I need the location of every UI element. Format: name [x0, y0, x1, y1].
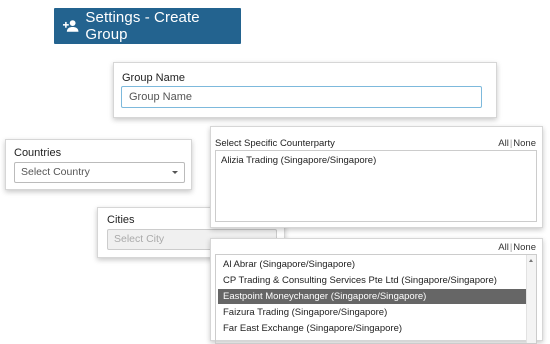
city-select-value: Select City [114, 233, 165, 245]
selected-counterparty-box[interactable]: Alizia Trading (Singapore/Singapore) [215, 150, 537, 222]
select-none-link[interactable]: None [513, 138, 536, 149]
add-user-icon [62, 20, 79, 32]
counterparty-list-panel: All|None Al Abrar (Singapore/Singapore) … [210, 238, 543, 344]
countries-label: Countries [14, 147, 62, 159]
list-item[interactable]: Far East Exchange (Singapore/Singapore) [218, 321, 527, 336]
counterparty-panel: Select Specific Counterparty All|None Al… [210, 126, 543, 228]
group-name-panel: Group Name [113, 62, 497, 118]
select-all-none: All|None [498, 242, 536, 253]
country-select-value: Select Country [21, 166, 90, 178]
country-select[interactable]: Select Country [14, 162, 185, 183]
list-item[interactable]: Al Abrar (Singapore/Singapore) [218, 257, 527, 272]
select-all-link[interactable]: All [498, 242, 509, 253]
group-name-label: Group Name [122, 72, 185, 84]
counterparty-listbox[interactable]: Al Abrar (Singapore/Singapore) CP Tradin… [215, 254, 537, 344]
scroll-up-icon[interactable] [529, 259, 533, 262]
scrollbar[interactable] [526, 255, 536, 343]
list-item[interactable]: Alizia Trading (Singapore/Singapore) [221, 155, 376, 166]
cities-label: Cities [107, 214, 135, 226]
list-item-selected[interactable]: Eastpoint Moneychanger (Singapore/Singap… [218, 289, 527, 304]
select-all-link[interactable]: All [498, 138, 509, 149]
list-item[interactable]: Faizura Trading (Singapore/Singapore) [218, 305, 527, 320]
group-name-input[interactable] [121, 86, 482, 108]
select-none-link[interactable]: None [513, 242, 536, 253]
page-header: Settings - Create Group [54, 8, 241, 44]
countries-panel: Countries Select Country [5, 139, 192, 190]
page-title: Settings - Create Group [85, 9, 200, 43]
caret-down-icon [172, 171, 178, 174]
select-all-none: All|None [498, 138, 536, 149]
list-item[interactable]: CP Trading & Consulting Services Pte Ltd… [218, 273, 527, 288]
counterparty-label: Select Specific Counterparty [215, 138, 335, 149]
